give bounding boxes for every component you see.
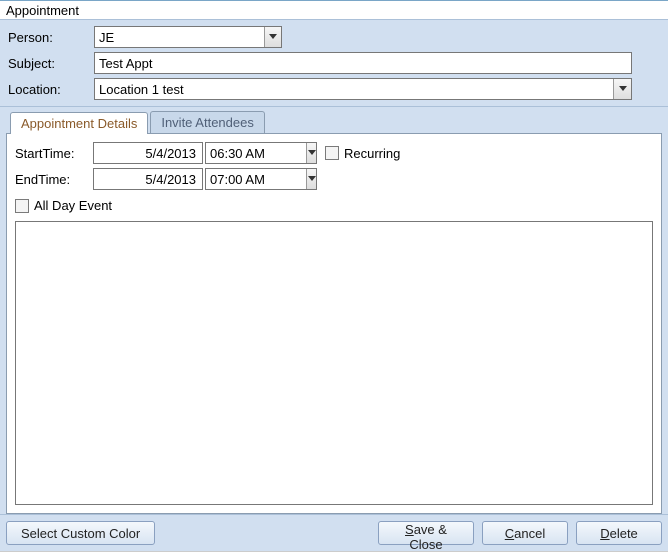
footer-button-group: Save & Close Cancel Delete xyxy=(378,521,662,545)
location-label: Location: xyxy=(6,82,94,97)
location-row: Location: xyxy=(6,78,662,100)
start-time-combo[interactable] xyxy=(205,142,317,164)
save-close-button[interactable]: Save & Close xyxy=(378,521,474,545)
recurring-label: Recurring xyxy=(344,146,400,161)
recurring-checkbox[interactable] xyxy=(325,146,339,160)
chevron-down-icon[interactable] xyxy=(264,27,281,47)
end-time-label: EndTime: xyxy=(15,172,93,187)
person-combo[interactable] xyxy=(94,26,282,48)
start-time-label: StartTime: xyxy=(15,146,93,161)
select-custom-color-button[interactable]: Select Custom Color xyxy=(6,521,155,545)
appointment-window: Appointment Person: Subject: Location: xyxy=(0,0,668,552)
allday-checkbox[interactable] xyxy=(15,199,29,213)
start-time-row: StartTime: Recurring xyxy=(15,142,653,164)
allday-checkbox-row: All Day Event xyxy=(15,198,653,213)
person-input[interactable] xyxy=(95,27,264,47)
recurring-checkbox-row: Recurring xyxy=(325,146,400,161)
end-time-input[interactable] xyxy=(206,169,306,189)
tabstrip: Appointment Details Invite Attendees xyxy=(6,111,662,133)
cancel-button[interactable]: Cancel xyxy=(482,521,568,545)
location-input[interactable] xyxy=(95,79,613,99)
person-row: Person: xyxy=(6,26,662,48)
subject-row: Subject: xyxy=(6,52,662,74)
footer-toolbar: Select Custom Color Save & Close Cancel … xyxy=(0,514,668,551)
tab-invite-attendees[interactable]: Invite Attendees xyxy=(150,111,265,133)
window-title: Appointment xyxy=(0,1,668,19)
location-combo[interactable] xyxy=(94,78,632,100)
header-form: Person: Subject: Location: xyxy=(0,19,668,107)
subject-label: Subject: xyxy=(6,56,94,71)
person-label: Person: xyxy=(6,30,94,45)
chevron-down-icon[interactable] xyxy=(613,79,631,99)
notes-textarea[interactable] xyxy=(15,221,653,505)
tabs-area: Appointment Details Invite Attendees Sta… xyxy=(0,107,668,514)
subject-input[interactable] xyxy=(94,52,632,74)
chevron-down-icon[interactable] xyxy=(306,143,316,163)
start-date-input[interactable] xyxy=(93,142,203,164)
tab-panel-details: StartTime: Recurring EndTime: xyxy=(6,133,662,514)
end-date-input[interactable] xyxy=(93,168,203,190)
end-time-row: EndTime: xyxy=(15,168,653,190)
start-time-input[interactable] xyxy=(206,143,306,163)
delete-button[interactable]: Delete xyxy=(576,521,662,545)
allday-label: All Day Event xyxy=(34,198,112,213)
end-time-combo[interactable] xyxy=(205,168,317,190)
chevron-down-icon[interactable] xyxy=(306,169,316,189)
tab-appointment-details[interactable]: Appointment Details xyxy=(10,112,148,134)
